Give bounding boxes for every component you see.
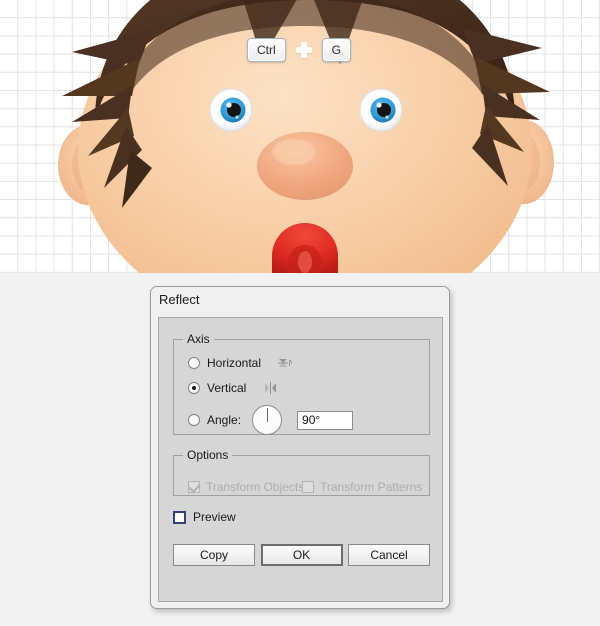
reflect-dialog: Reflect Axis Horizontal Vertical Angle: …: [150, 286, 450, 609]
reflect-vertical-icon: [265, 381, 277, 394]
reflect-horizontal-icon: [278, 358, 293, 367]
checkbox-preview-label: Preview: [193, 510, 236, 524]
checkbox-transform-objects-indicator: [188, 481, 200, 493]
checkbox-preview-indicator[interactable]: [173, 510, 186, 524]
radio-vertical-label: Vertical: [207, 381, 247, 395]
options-group-legend: Options: [187, 448, 229, 462]
radio-horizontal-label: Horizontal: [207, 356, 262, 370]
keycap-ctrl: Ctrl: [247, 38, 286, 62]
checkbox-transform-objects-label: Transform Objects: [206, 480, 305, 494]
checkbox-transform-patterns: Transform Patterns: [302, 480, 422, 494]
radio-horizontal-indicator[interactable]: [188, 357, 200, 369]
angle-input[interactable]: 90°: [297, 410, 354, 430]
radio-angle-label: Angle:: [207, 413, 242, 427]
plus-icon: [295, 42, 312, 58]
options-group: Options Transform Objects Transform Patt…: [173, 448, 430, 496]
dialog-button-row: Copy OK Cancel: [173, 544, 430, 566]
keyboard-shortcut-hint: Ctrl G: [247, 38, 352, 62]
checkbox-transform-patterns-label: Transform Patterns: [320, 480, 423, 494]
checkbox-transform-objects: Transform Objects: [188, 480, 304, 494]
checkbox-transform-patterns-indicator: [302, 481, 314, 493]
axis-group: Axis Horizontal Vertical Angle: 90°: [173, 332, 430, 435]
dialog-title: Reflect: [151, 287, 449, 313]
illustrator-artboard-canvas[interactable]: Ctrl G: [0, 0, 600, 273]
radio-angle[interactable]: Angle: 90°: [188, 405, 354, 435]
radio-vertical[interactable]: Vertical: [188, 381, 278, 395]
cancel-button[interactable]: Cancel: [348, 544, 430, 566]
keycap-g: G: [321, 38, 352, 62]
angle-dial-icon[interactable]: [252, 405, 283, 435]
screenshot-root: Ctrl G Reflect Axis Horizontal Vertical …: [0, 0, 600, 626]
ok-button[interactable]: OK: [260, 544, 343, 566]
radio-horizontal[interactable]: Horizontal: [188, 356, 293, 370]
copy-button[interactable]: Copy: [173, 544, 255, 566]
dialog-body: Axis Horizontal Vertical Angle: 90° Opti…: [158, 317, 443, 602]
checkbox-preview[interactable]: Preview: [173, 510, 236, 524]
radio-angle-indicator[interactable]: [188, 414, 200, 426]
radio-vertical-indicator[interactable]: [188, 382, 200, 394]
axis-group-legend: Axis: [187, 332, 210, 346]
